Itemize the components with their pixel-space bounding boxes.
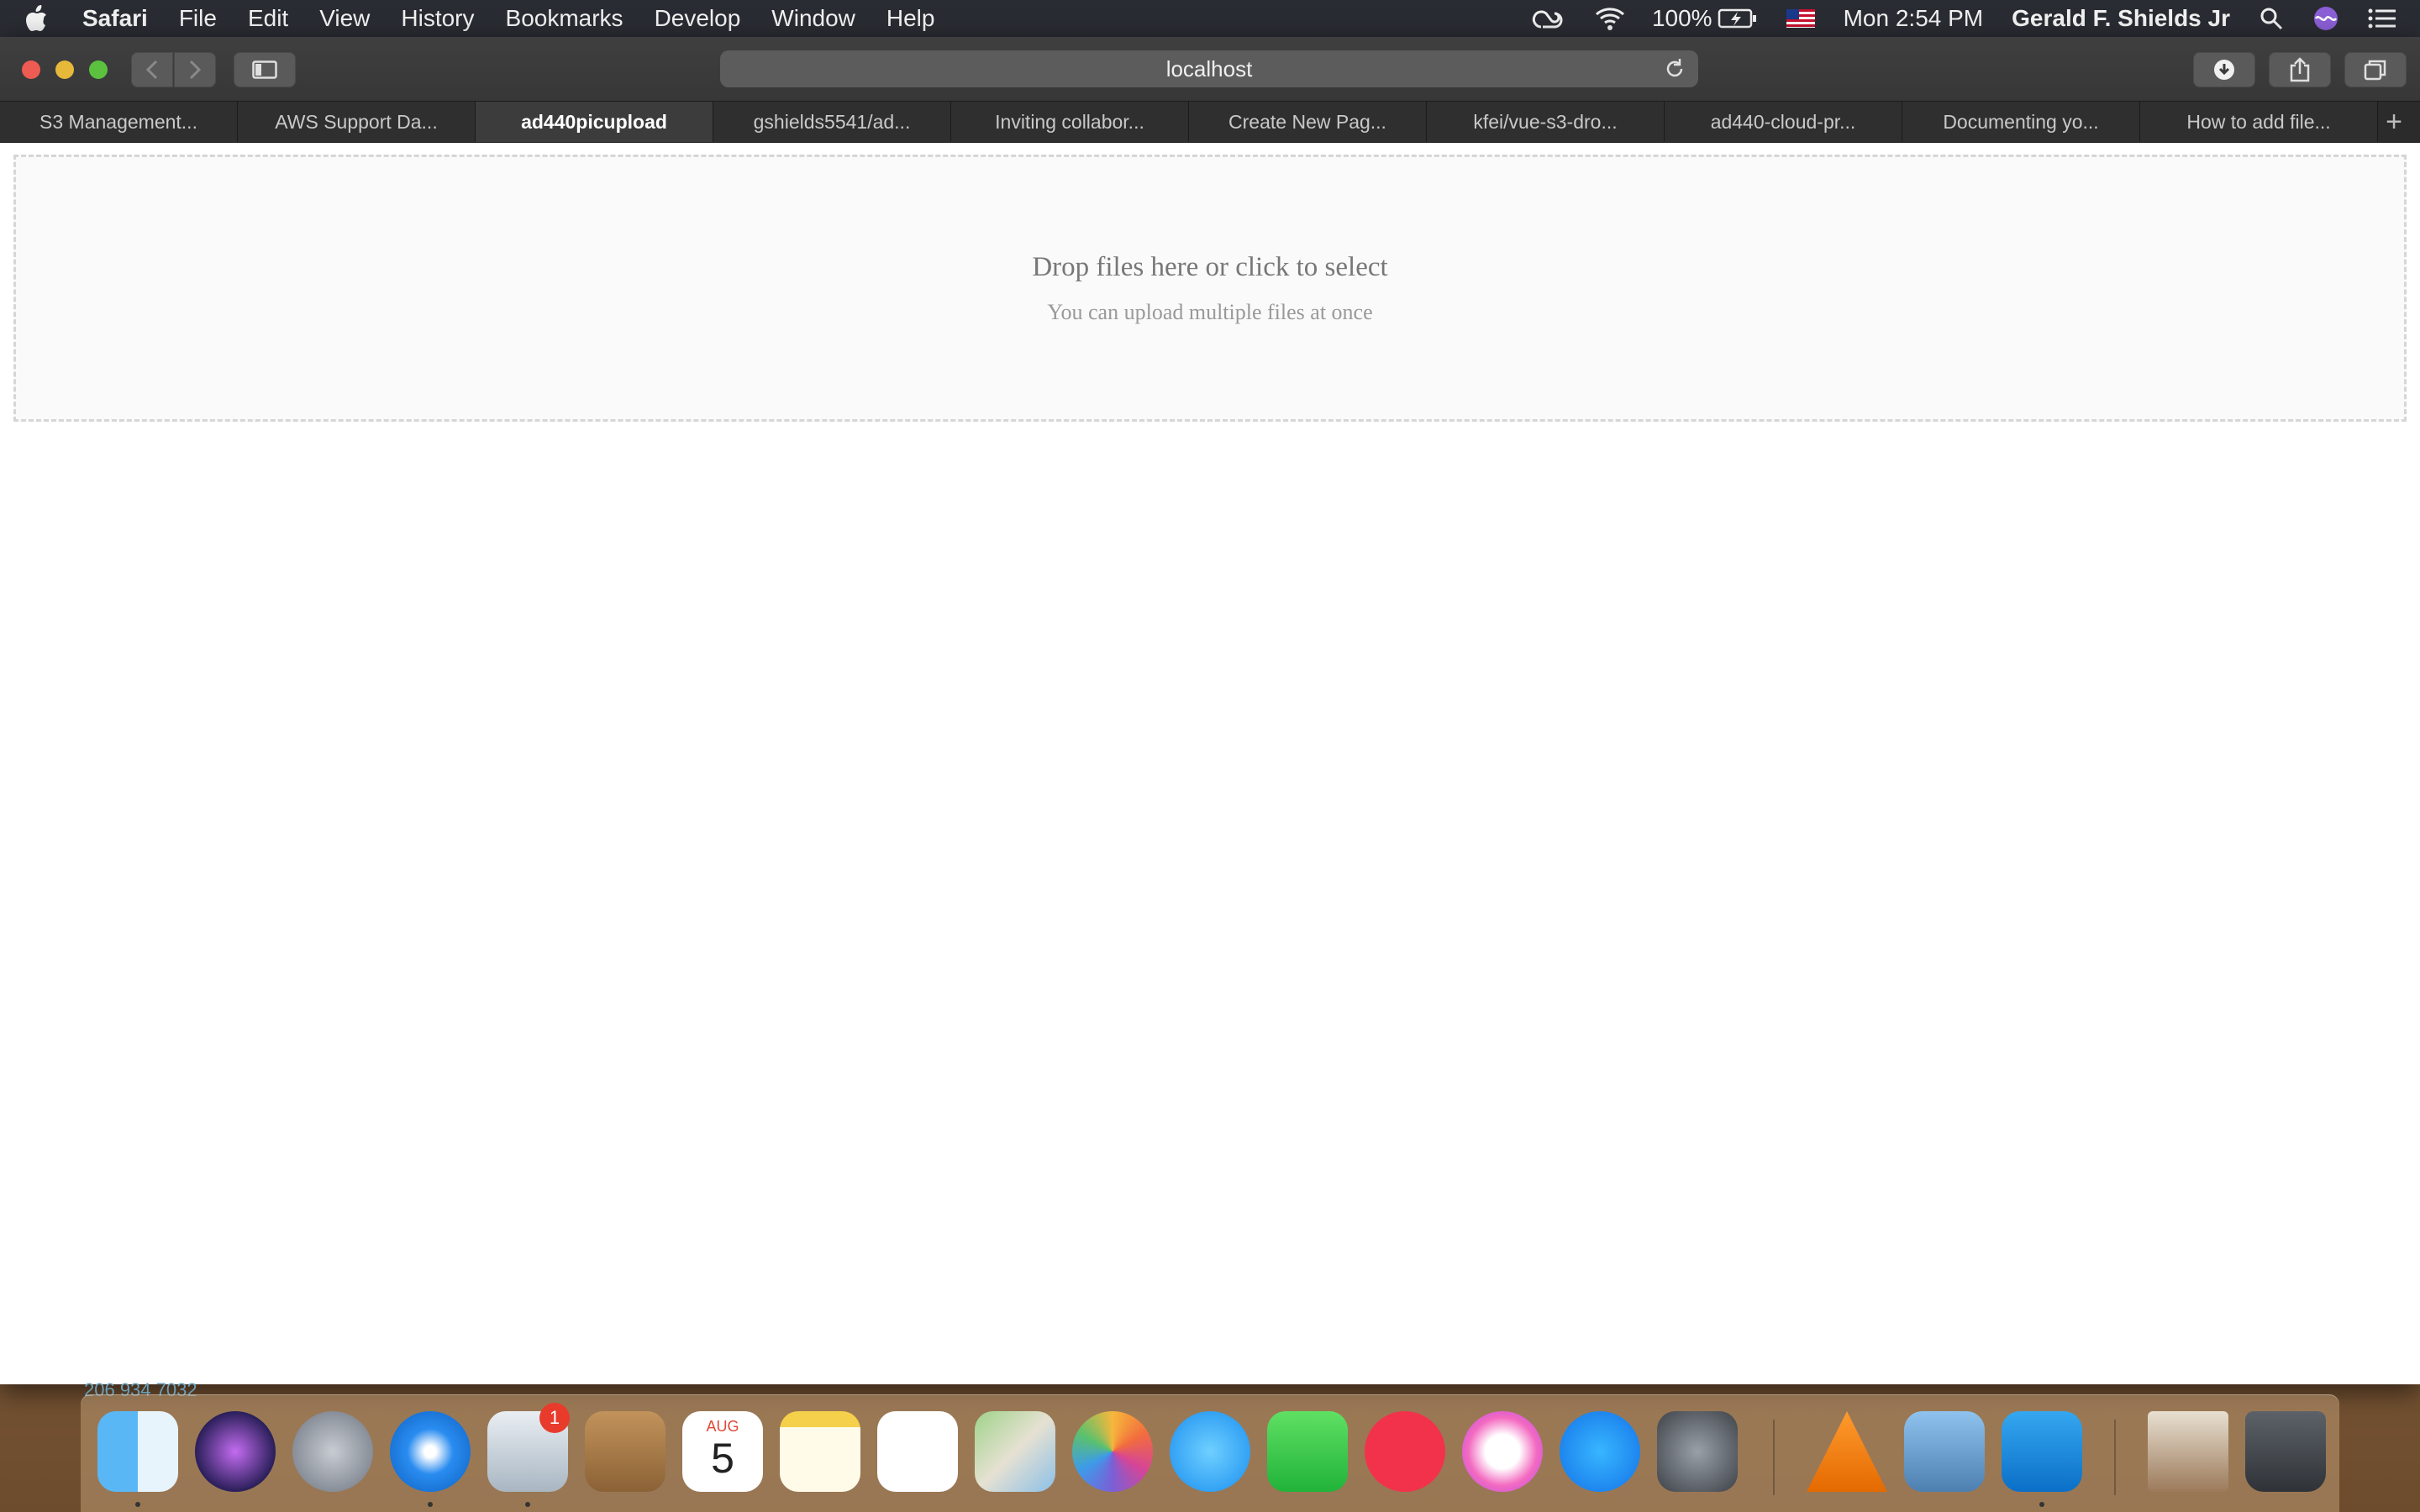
tab-bar: S3 Management... AWS Support Da... ad440… (0, 101, 2420, 143)
tab-inviting-collaborators[interactable]: Inviting collabor... (951, 102, 1189, 142)
dock: 1 AUG 5 (81, 1394, 2339, 1512)
share-button[interactable] (2269, 52, 2331, 87)
running-indicator (428, 1502, 433, 1507)
tab-kfei-vue-s3[interactable]: kfei/vue-s3-dro... (1427, 102, 1665, 142)
background-window-text: 206 934 7032 (84, 1379, 197, 1396)
browser-toolbar: localhost (0, 37, 2420, 101)
tab-aws-support[interactable]: AWS Support Da... (238, 102, 476, 142)
menu-bookmarks[interactable]: Bookmarks (506, 5, 623, 32)
sidebar-icon (252, 60, 277, 79)
file-dropzone[interactable]: Drop files here or click to select You c… (13, 155, 2407, 422)
siri-dock-icon[interactable] (195, 1411, 276, 1492)
running-indicator (525, 1502, 530, 1507)
maps-icon[interactable] (975, 1411, 1055, 1492)
notes-icon[interactable] (780, 1411, 860, 1492)
vlc-icon[interactable] (1807, 1411, 1887, 1492)
user-name[interactable]: Gerald F. Shields Jr (2012, 5, 2230, 32)
dropzone-subtitle: You can upload multiple files at once (1047, 299, 1373, 324)
battery-percent: 100% (1651, 5, 1712, 31)
new-tab-button[interactable]: + (2383, 102, 2405, 142)
chevron-right-icon (189, 60, 202, 80)
menu-file[interactable]: File (179, 5, 217, 32)
address-bar[interactable]: localhost (720, 50, 1698, 87)
launchpad-icon[interactable] (292, 1411, 373, 1492)
tab-gshields5541[interactable]: gshields5541/ad... (713, 102, 951, 142)
mail-unread-badge: 1 (539, 1403, 570, 1433)
preview-icon[interactable] (1904, 1411, 1985, 1492)
calendar-month: AUG (706, 1418, 739, 1435)
photos-icon[interactable] (1072, 1411, 1153, 1492)
calendar-icon[interactable]: AUG 5 (682, 1411, 763, 1492)
facetime-icon[interactable] (1267, 1411, 1348, 1492)
battery-charging-icon[interactable] (1718, 8, 1758, 29)
system-preferences-icon[interactable] (1657, 1411, 1738, 1492)
messages-icon[interactable] (1170, 1411, 1250, 1492)
back-button[interactable] (131, 52, 173, 87)
tab-ad440picupload[interactable]: ad440picupload (476, 102, 713, 142)
downloads-button[interactable] (2193, 52, 2255, 87)
safari-window: localhost S3 Management... AWS Support D… (0, 37, 2420, 1384)
address-text: localhost (1165, 55, 1253, 81)
notification-center-icon[interactable] (2368, 8, 2396, 29)
menu-history[interactable]: History (401, 5, 474, 32)
tab-ad440-cloud[interactable]: ad440-cloud-pr... (1665, 102, 1902, 142)
reminders-icon[interactable] (877, 1411, 958, 1492)
contacts-icon[interactable] (585, 1411, 666, 1492)
menu-view[interactable]: View (319, 5, 370, 32)
spotlight-search-icon[interactable] (2259, 6, 2284, 31)
dock-separator (2114, 1420, 2116, 1495)
tabs-overview-icon (2364, 60, 2386, 81)
safari-dock-icon[interactable] (390, 1411, 471, 1492)
page-content: Drop files here or click to select You c… (0, 143, 2420, 1384)
chevron-left-icon (145, 60, 158, 80)
tab-how-to-add-file[interactable]: How to add file... (2140, 102, 2378, 142)
share-icon (2290, 57, 2310, 82)
minimize-window-button[interactable] (55, 60, 74, 79)
wifi-icon[interactable] (1593, 6, 1627, 31)
trash-icon[interactable] (2245, 1411, 2326, 1492)
itunes-icon[interactable] (1462, 1411, 1543, 1492)
forward-button[interactable] (174, 52, 216, 87)
dropzone-title: Drop files here or click to select (1032, 251, 1388, 282)
menu-window[interactable]: Window (771, 5, 855, 32)
apple-icon[interactable] (24, 4, 49, 33)
menu-bar: Safari File Edit View History Bookmarks … (0, 0, 2420, 37)
clock[interactable]: Mon 2:54 PM (1844, 5, 1984, 32)
menu-help[interactable]: Help (886, 5, 935, 32)
tab-documenting[interactable]: Documenting yo... (1902, 102, 2140, 142)
running-indicator (2039, 1502, 2044, 1507)
menu-edit[interactable]: Edit (248, 5, 288, 32)
downloads-stack-icon[interactable] (2148, 1411, 2228, 1492)
menu-app-name[interactable]: Safari (82, 5, 148, 32)
dock-separator (1773, 1420, 1775, 1495)
app-store-icon[interactable] (1560, 1411, 1640, 1492)
menu-develop[interactable]: Develop (655, 5, 741, 32)
us-flag-icon[interactable] (1786, 9, 1815, 28)
sidebar-toggle-button[interactable] (234, 52, 296, 87)
running-indicator (135, 1502, 140, 1507)
vscode-icon[interactable] (2002, 1411, 2082, 1492)
show-all-tabs-button[interactable] (2344, 52, 2407, 87)
siri-icon[interactable] (2312, 5, 2339, 32)
finder-icon[interactable] (97, 1411, 178, 1492)
tab-s3-management[interactable]: S3 Management... (0, 102, 238, 142)
calendar-day: 5 (711, 1435, 734, 1482)
news-icon[interactable] (1365, 1411, 1445, 1492)
download-icon (2214, 60, 2234, 80)
close-window-button[interactable] (22, 60, 40, 79)
zoom-window-button[interactable] (89, 60, 108, 79)
tab-create-new-page[interactable]: Create New Pag... (1189, 102, 1427, 142)
reload-icon[interactable] (1663, 57, 1686, 81)
creative-cloud-icon[interactable] (1531, 7, 1565, 30)
